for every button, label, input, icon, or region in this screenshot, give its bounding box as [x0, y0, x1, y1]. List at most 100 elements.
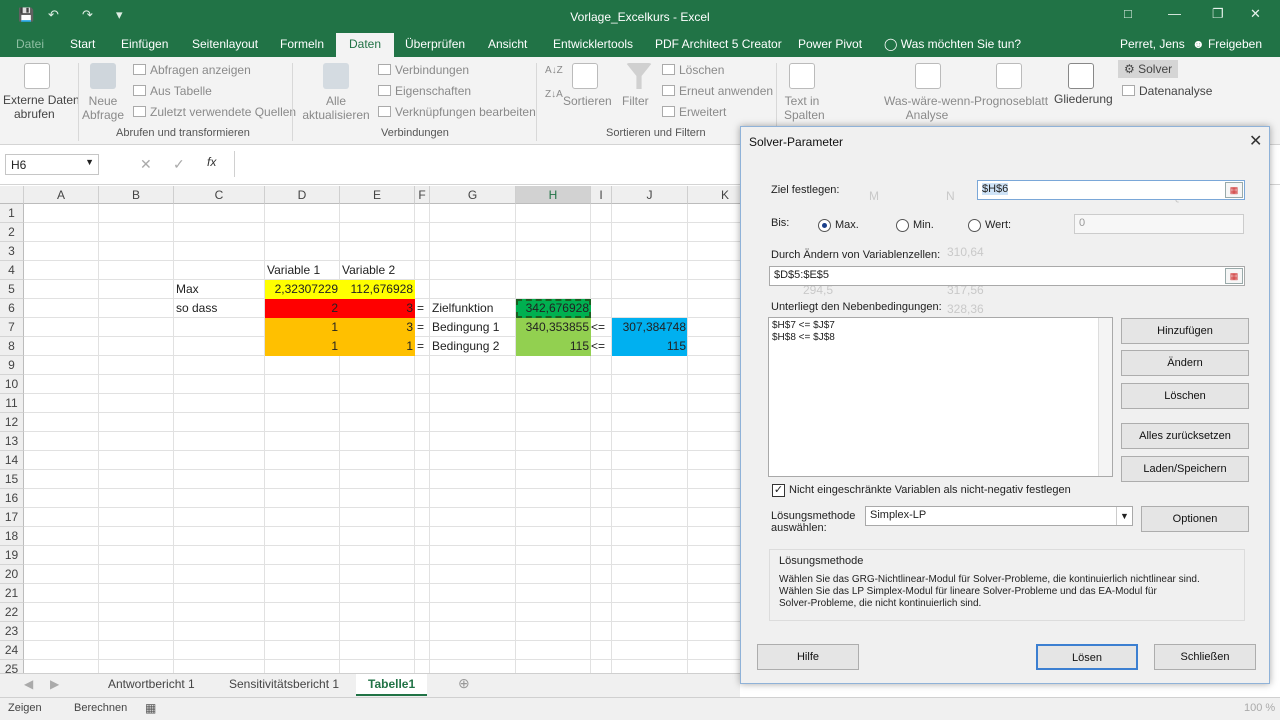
- row-header[interactable]: 4: [0, 261, 24, 280]
- cell-i7[interactable]: <=: [591, 318, 612, 337]
- row-header[interactable]: 15: [0, 470, 24, 489]
- externe-daten-button[interactable]: Externe Daten abrufen: [3, 93, 80, 121]
- radio-min-label[interactable]: Min.: [913, 219, 934, 231]
- constraints-scrollbar[interactable]: [1098, 318, 1112, 476]
- cell-d8[interactable]: 1: [265, 337, 340, 356]
- chevron-down-icon[interactable]: ▼: [1116, 507, 1132, 525]
- spreadsheet-grid[interactable]: A B C D E F G H I J K Variable 1 Variabl…: [0, 186, 740, 673]
- gliederung-button[interactable]: Gliederung: [1054, 92, 1113, 106]
- hilfe-button[interactable]: Hilfe: [757, 644, 859, 670]
- row-header[interactable]: 14: [0, 451, 24, 470]
- was-waere-wenn-button[interactable]: Was-wäre-wenn- Analyse: [884, 94, 974, 122]
- row-header[interactable]: 6: [0, 299, 24, 318]
- cell-j8[interactable]: 115: [612, 337, 688, 356]
- methode-select[interactable]: Simplex-LP ▼: [865, 506, 1133, 526]
- zoom-level[interactable]: 100 %: [1244, 702, 1275, 714]
- radio-min[interactable]: [896, 219, 909, 232]
- laden-speichern-button[interactable]: Laden/Speichern: [1121, 456, 1249, 482]
- sortieren-button[interactable]: Sortieren: [563, 94, 612, 108]
- constraint-item[interactable]: $H$7 <= $J$7: [772, 320, 835, 331]
- radio-wert[interactable]: [968, 219, 981, 232]
- cell-c5[interactable]: Max: [174, 280, 265, 299]
- radio-wert-label[interactable]: Wert:: [985, 219, 1011, 231]
- row-header[interactable]: 11: [0, 394, 24, 413]
- loeschen-filter-button[interactable]: Löschen: [662, 63, 724, 77]
- radio-max-label[interactable]: Max.: [835, 219, 859, 231]
- row-header[interactable]: 3: [0, 242, 24, 261]
- row-header[interactable]: 5: [0, 280, 24, 299]
- new-sheet-icon[interactable]: ⊕: [458, 675, 470, 692]
- cell-f6[interactable]: =: [415, 299, 430, 318]
- row-header[interactable]: 1: [0, 204, 24, 223]
- nonneg-checkbox[interactable]: ✓: [772, 484, 785, 497]
- cell-d7[interactable]: 1: [265, 318, 340, 337]
- col-header-h[interactable]: H: [516, 186, 591, 204]
- nonneg-label[interactable]: Nicht eingeschränkte Variablen als nicht…: [789, 484, 1071, 496]
- prognoseblatt-button[interactable]: Prognoseblatt: [974, 94, 1048, 108]
- solver-button[interactable]: ⚙ Solver: [1118, 60, 1179, 78]
- cell-e8[interactable]: 1: [340, 337, 415, 356]
- col-header-e[interactable]: E: [340, 186, 415, 204]
- scroll-tabs-left-icon[interactable]: ◀: [24, 677, 33, 691]
- ziel-input[interactable]: $H$6: [977, 180, 1245, 200]
- col-header-i[interactable]: I: [591, 186, 612, 204]
- row-header[interactable]: 22: [0, 603, 24, 622]
- cell-h7[interactable]: 340,353855: [516, 318, 591, 337]
- constraints-list[interactable]: $H$7 <= $J$7 $H$8 <= $J$8: [768, 317, 1113, 477]
- sheet-tab-tabelle1[interactable]: Tabelle1: [356, 674, 428, 696]
- chevron-down-icon[interactable]: ▼: [85, 157, 94, 167]
- col-header-c[interactable]: C: [174, 186, 265, 204]
- minimize-icon[interactable]: —: [1168, 6, 1181, 21]
- share-button[interactable]: ☻ Freigeben: [1192, 37, 1262, 51]
- close-icon[interactable]: ✕: [1250, 6, 1261, 22]
- cancel-icon[interactable]: ✕: [140, 156, 152, 173]
- row-header[interactable]: 17: [0, 508, 24, 527]
- enter-icon[interactable]: ✓: [173, 156, 185, 173]
- text-in-spalten-button[interactable]: Text in Spalten: [784, 94, 825, 122]
- tab-formeln[interactable]: Formeln: [280, 37, 324, 51]
- col-header-a[interactable]: A: [24, 186, 99, 204]
- loeschen-button[interactable]: Löschen: [1121, 383, 1249, 409]
- erneut-anwenden-button[interactable]: Erneut anwenden: [662, 84, 773, 98]
- cell-d6[interactable]: 2: [265, 299, 340, 318]
- datenanalyse-button[interactable]: Datenanalyse: [1122, 84, 1212, 98]
- row-header[interactable]: 2: [0, 223, 24, 242]
- tab-entwicklertools[interactable]: Entwicklertools: [553, 37, 633, 51]
- row-header[interactable]: 18: [0, 527, 24, 546]
- sort-za-icon[interactable]: Z↓A: [545, 89, 563, 100]
- alle-aktualisieren-button[interactable]: Alle aktualisieren: [300, 94, 372, 122]
- row-header[interactable]: 23: [0, 622, 24, 641]
- verbindungen-button[interactable]: Verbindungen: [378, 63, 469, 77]
- filter-button[interactable]: Filter: [622, 94, 649, 108]
- cell-e4[interactable]: Variable 2: [340, 261, 415, 280]
- cell-j7[interactable]: 307,384748: [612, 318, 688, 337]
- col-header-f[interactable]: F: [415, 186, 430, 204]
- row-header[interactable]: 13: [0, 432, 24, 451]
- row-header[interactable]: 7: [0, 318, 24, 337]
- sheet-tab-sensitivitaetsbericht[interactable]: Sensitivitätsbericht 1: [229, 677, 339, 691]
- cell-h6[interactable]: 342,676928: [516, 299, 591, 318]
- alles-zuruecksetzen-button[interactable]: Alles zurücksetzen: [1121, 423, 1249, 449]
- hinzufuegen-button[interactable]: Hinzufügen: [1121, 318, 1249, 344]
- row-header[interactable]: 16: [0, 489, 24, 508]
- cell-e6[interactable]: 3: [340, 299, 415, 318]
- scroll-tabs-right-icon[interactable]: ▶: [50, 677, 59, 691]
- close-icon[interactable]: ✕: [1249, 131, 1262, 151]
- cell-d5[interactable]: 2,32307229: [265, 280, 340, 299]
- row-header[interactable]: 25: [0, 660, 24, 673]
- insert-function-button[interactable]: fx: [207, 155, 216, 169]
- sheet-tab-antwortbericht[interactable]: Antwortbericht 1: [108, 677, 195, 691]
- row-header[interactable]: 24: [0, 641, 24, 660]
- constraint-item[interactable]: $H$8 <= $J$8: [772, 332, 835, 343]
- sort-az-icon[interactable]: A↓Z: [545, 65, 563, 76]
- verknuepfungen-button[interactable]: Verknüpfungen bearbeiten: [378, 105, 536, 119]
- name-box[interactable]: H6 ▼: [5, 154, 99, 175]
- tab-power-pivot[interactable]: Power Pivot: [798, 37, 862, 51]
- col-header-d[interactable]: D: [265, 186, 340, 204]
- tab-datei[interactable]: Datei: [16, 37, 44, 51]
- tab-daten[interactable]: Daten: [336, 33, 395, 57]
- cell-d4[interactable]: Variable 1: [265, 261, 340, 280]
- ribbon-display-icon[interactable]: □: [1124, 6, 1132, 21]
- row-header[interactable]: 20: [0, 565, 24, 584]
- ref-picker-icon[interactable]: ▦: [1225, 182, 1243, 198]
